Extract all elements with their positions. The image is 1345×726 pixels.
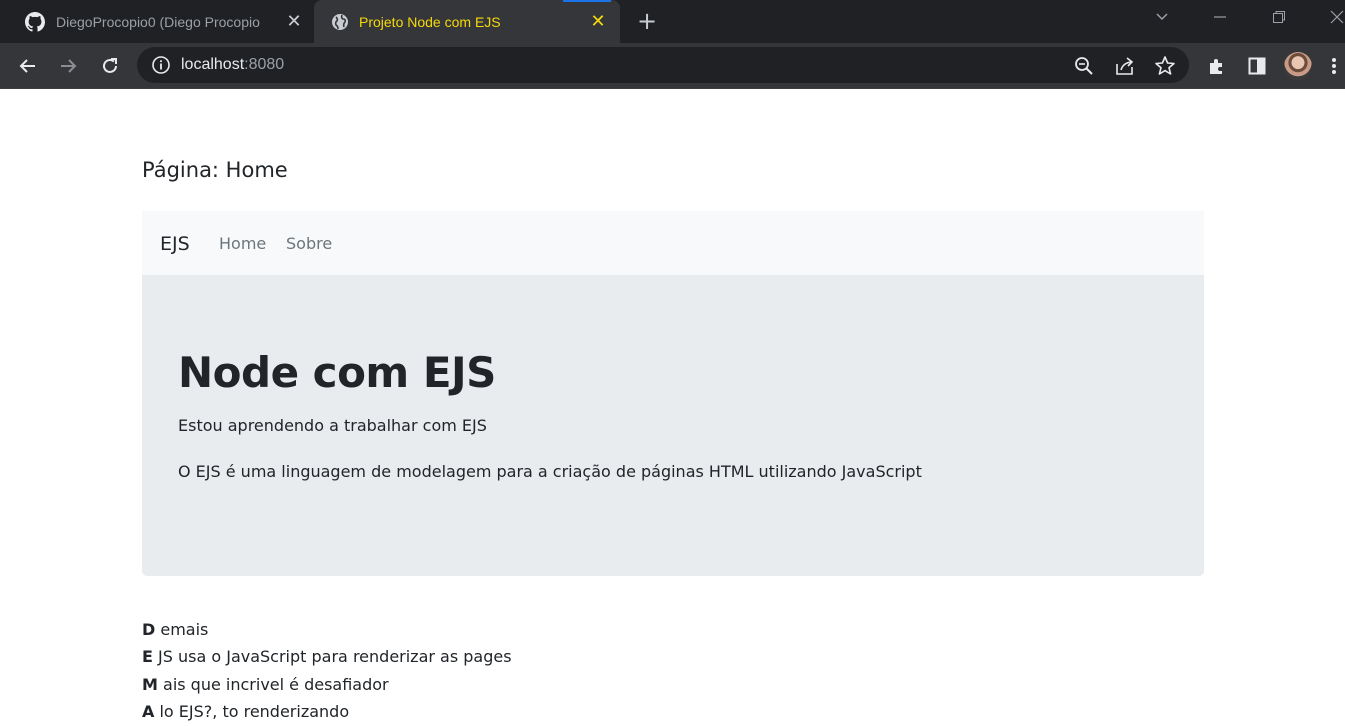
bookmark-star-icon[interactable] [1154,55,1176,77]
page-viewport: Página: Home EJS Home Sobre Node com EJS… [0,90,1345,726]
acrostic-letter: D [142,620,156,639]
browser-toolbar: localhost:8080 [0,43,1345,89]
extensions-icon[interactable] [1205,54,1229,78]
share-icon[interactable] [1114,55,1136,77]
list-item: E JS usa o JavaScript para renderizar as… [142,643,512,670]
navbar-brand[interactable]: EJS [160,231,190,257]
page-title: Página: Home [142,158,288,182]
site-info-icon[interactable] [151,55,171,75]
tab-search-chevron-icon[interactable] [1147,6,1177,32]
list-item: A lo EJS?, to renderizando [142,698,512,725]
profile-avatar[interactable] [1284,52,1312,80]
url-port: :8080 [244,56,285,73]
acrostic-text: ais que incrivel é desafiador [157,674,389,694]
tab-strip: DiegoProcopio0 (Diego Procopio ✕ Projeto… [0,0,1345,43]
tab-loading-indicator [563,0,611,2]
tab-github[interactable]: DiegoProcopio0 (Diego Procopio ✕ [0,0,314,43]
tab-projeto-node[interactable]: Projeto Node com EJS ✕ [314,0,620,43]
zoom-icon[interactable] [1073,55,1095,77]
acrostic-letter: M [142,674,158,694]
list-item: M ais que incrivel é desafiador [142,671,512,698]
url-host: localhost [181,56,245,73]
jumbotron-lead: Estou aprendendo a trabalhar com EJS [178,416,487,435]
window-close-icon[interactable] [1322,6,1345,32]
acrostic-text: emais [155,620,209,639]
nav-link-home[interactable]: Home [219,233,266,255]
acrostic-text: JS usa o JavaScript para renderizar as p… [152,647,512,667]
reload-icon[interactable] [95,51,125,81]
jumbotron: Node com EJS Estou aprendendo a trabalha… [142,275,1204,576]
minimize-icon[interactable] [1205,6,1235,32]
side-panel-icon[interactable] [1245,54,1269,78]
list-item: D emais [142,616,512,643]
restore-icon[interactable] [1264,6,1294,32]
close-icon[interactable]: ✕ [588,12,608,32]
new-tab-button[interactable]: + [634,8,660,34]
nav-link-sobre[interactable]: Sobre [286,233,332,255]
github-icon [25,12,45,32]
acrostic-letter: A [142,701,155,721]
back-icon[interactable] [13,51,43,81]
jumbotron-heading: Node com EJS [178,348,496,397]
navbar: EJS Home Sobre [142,211,1204,275]
globe-icon [330,12,350,32]
acrostic-letter: E [142,647,153,667]
tab-title: Projeto Node com EJS [359,14,501,30]
url-text[interactable]: localhost:8080 [181,55,284,75]
tab-title: DiegoProcopio0 (Diego Procopio [56,14,260,30]
acrostic-list: D emais E JS usa o JavaScript para rende… [142,616,512,725]
jumbotron-text: O EJS é uma linguagem de modelagem para … [178,462,922,481]
acrostic-text: lo EJS?, to renderizando [154,701,350,721]
menu-kebab-icon[interactable] [1327,54,1341,78]
forward-icon[interactable] [53,51,83,81]
address-bar[interactable]: localhost:8080 [137,47,1189,83]
close-icon[interactable]: ✕ [284,12,304,32]
